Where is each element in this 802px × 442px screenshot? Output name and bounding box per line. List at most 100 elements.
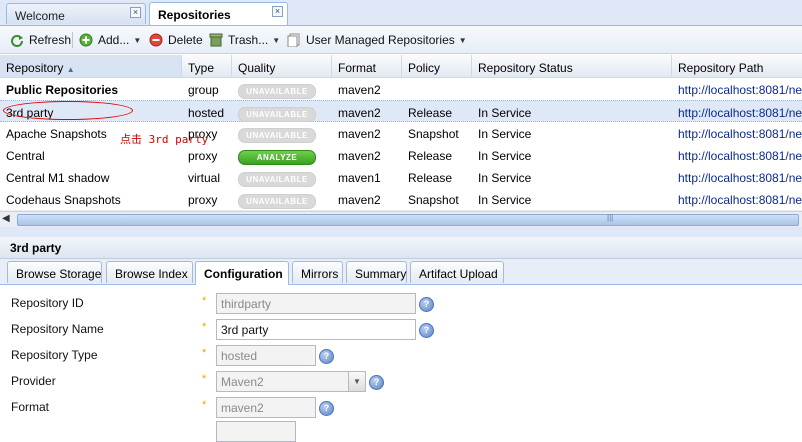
repository-type-field[interactable]: hosted (216, 345, 316, 366)
scrollbar-thumb[interactable] (17, 214, 799, 226)
grid-header: Repository ▲ Type Quality Format Policy … (0, 55, 802, 78)
chevron-down-icon: ▼ (272, 35, 281, 45)
configuration-form: Repository ID * thirdparty ? Repository … (0, 285, 802, 442)
table-row[interactable]: Central M1 shadow virtual UNAVAILABLE maven… (0, 166, 802, 189)
detail-tab-strip: Browse Storage Browse Index Configuratio… (0, 259, 802, 285)
analyze-button[interactable]: ANALYZE (238, 150, 316, 165)
type-cell-text: virtual (188, 171, 221, 185)
help-icon[interactable]: ? (319, 349, 334, 364)
quality-cell: UNAVAILABLE (232, 166, 332, 188)
repository-path-link-text[interactable]: http://localhost:8081/nexus (678, 149, 802, 163)
type-cell: virtual (182, 166, 232, 188)
scroll-left-arrow-icon[interactable]: ◀ (2, 213, 10, 224)
status-cell: In Service (472, 144, 672, 166)
refresh-button[interactable]: Refresh (10, 31, 71, 49)
column-header-label: Repository Path (678, 61, 764, 75)
tab-browse-storage[interactable]: Browse Storage (7, 261, 102, 283)
quality-cell: UNAVAILABLE (232, 122, 332, 144)
tab-summary[interactable]: Summary (346, 261, 407, 283)
close-icon[interactable]: × (272, 6, 283, 17)
add-button[interactable]: Add... ▼ (79, 31, 141, 49)
tab-artifact-upload[interactable]: Artifact Upload (410, 261, 504, 283)
help-icon[interactable]: ? (319, 401, 334, 416)
format-field[interactable]: maven2 (216, 397, 316, 418)
delete-label: Delete (168, 33, 203, 47)
repository-path-link-text[interactable]: http://localhost:8081/nexus (678, 83, 802, 97)
column-header-path[interactable]: Repository Path (672, 55, 802, 77)
tab-mirrors[interactable]: Mirrors (292, 261, 343, 283)
column-header-repository[interactable]: Repository ▲ (0, 55, 182, 77)
table-row[interactable]: Codehaus Snapshots proxy UNAVAILABLE maven2… (0, 188, 802, 211)
format-cell: maven2 (332, 122, 402, 144)
provider-label: Provider (11, 374, 56, 388)
repository-id-field[interactable]: thirdparty (216, 293, 416, 314)
delete-button[interactable]: Delete (149, 31, 203, 49)
panel-splitter[interactable] (0, 227, 802, 237)
main-tab-strip: Welcome × Repositories × (0, 0, 802, 26)
add-label: Add... (98, 33, 130, 47)
tab-label: Configuration (204, 267, 283, 281)
column-header-label: Format (338, 61, 377, 75)
tab-welcome[interactable]: Welcome × (6, 3, 146, 24)
add-icon (79, 33, 93, 47)
status-cell-text: In Service (478, 149, 532, 163)
status-cell-text: In Service (478, 106, 532, 120)
column-header-label: Policy (408, 61, 441, 75)
column-header-type[interactable]: Type (182, 55, 232, 77)
type-cell-text: proxy (188, 193, 218, 207)
repositories-toolbar: Refresh Add... ▼ Delete Trash... ▼ User … (0, 26, 802, 54)
repository-path-link: http://localhost:8081/nexus (672, 144, 802, 166)
repository-path-link-text[interactable]: http://localhost:8081/nexus (678, 106, 802, 120)
tab-label: Browse Storage (16, 267, 102, 281)
tab-repositories[interactable]: Repositories × (149, 2, 288, 25)
trash-button[interactable]: Trash... ▼ (209, 31, 280, 49)
repository-path-link-text[interactable]: http://localhost:8081/nexus (678, 193, 802, 207)
help-icon[interactable]: ? (369, 375, 384, 390)
repository-path-link-text[interactable]: http://localhost:8081/nexus (678, 171, 802, 185)
provider-select[interactable]: Maven2 (216, 371, 349, 392)
format-cell: maven2 (332, 144, 402, 166)
grid-horizontal-scrollbar[interactable]: ◀ ||| (0, 211, 802, 227)
repository-name-cell-text: Codehaus Snapshots (6, 193, 121, 207)
scrollbar-grip-icon: ||| (607, 213, 614, 222)
repository-name-cell-text: Central M1 shadow (6, 171, 110, 185)
repository-path-link: http://localhost:8081/nexus (672, 78, 802, 100)
type-cell-text: group (188, 83, 219, 97)
user-managed-repositories-button[interactable]: User Managed Repositories ▼ (287, 31, 467, 49)
repository-name-field[interactable]: 3rd party (216, 319, 416, 340)
status-cell-text: In Service (478, 193, 532, 207)
format-label: Format (11, 400, 50, 414)
close-icon[interactable]: × (130, 7, 141, 18)
table-row[interactable]: Central proxy ANALYZE maven2 Release In Servi… (0, 144, 802, 167)
repository-path-link: http://localhost:8081/nexus (672, 101, 802, 123)
column-header-quality[interactable]: Quality (232, 55, 332, 77)
next-field[interactable] (216, 421, 296, 442)
policy-cell: Snapshot (402, 188, 472, 210)
quality-cell: UNAVAILABLE (232, 101, 332, 123)
status-cell: In Service (472, 122, 672, 144)
column-header-format[interactable]: Format (332, 55, 402, 77)
status-cell-text: In Service (478, 171, 532, 185)
help-icon[interactable]: ? (419, 297, 434, 312)
column-header-policy[interactable]: Policy (402, 55, 472, 77)
format-cell-text: maven2 (338, 106, 381, 120)
quality-badge: UNAVAILABLE (238, 107, 316, 122)
quality-badge: UNAVAILABLE (238, 172, 316, 187)
format-cell-text: maven2 (338, 193, 381, 207)
chevron-down-icon[interactable]: ▼ (349, 371, 366, 392)
policy-cell: Release (402, 101, 472, 123)
type-cell-text: hosted (188, 106, 225, 120)
column-header-status[interactable]: Repository Status (472, 55, 672, 77)
help-icon[interactable]: ? (419, 323, 434, 338)
format-cell: maven2 (332, 188, 402, 210)
status-cell (472, 78, 672, 100)
table-row[interactable]: Public Repositories group UNAVAILABLE maven… (0, 78, 802, 101)
trash-label: Trash... (228, 33, 269, 47)
type-cell: group (182, 78, 232, 100)
repository-name-cell: Codehaus Snapshots (0, 188, 182, 210)
required-marker: * (202, 321, 207, 333)
tab-configuration[interactable]: Configuration (195, 261, 289, 285)
repository-path-link-text[interactable]: http://localhost:8081/nexus (678, 127, 802, 141)
type-cell: proxy (182, 144, 232, 166)
tab-browse-index[interactable]: Browse Index (106, 261, 193, 283)
